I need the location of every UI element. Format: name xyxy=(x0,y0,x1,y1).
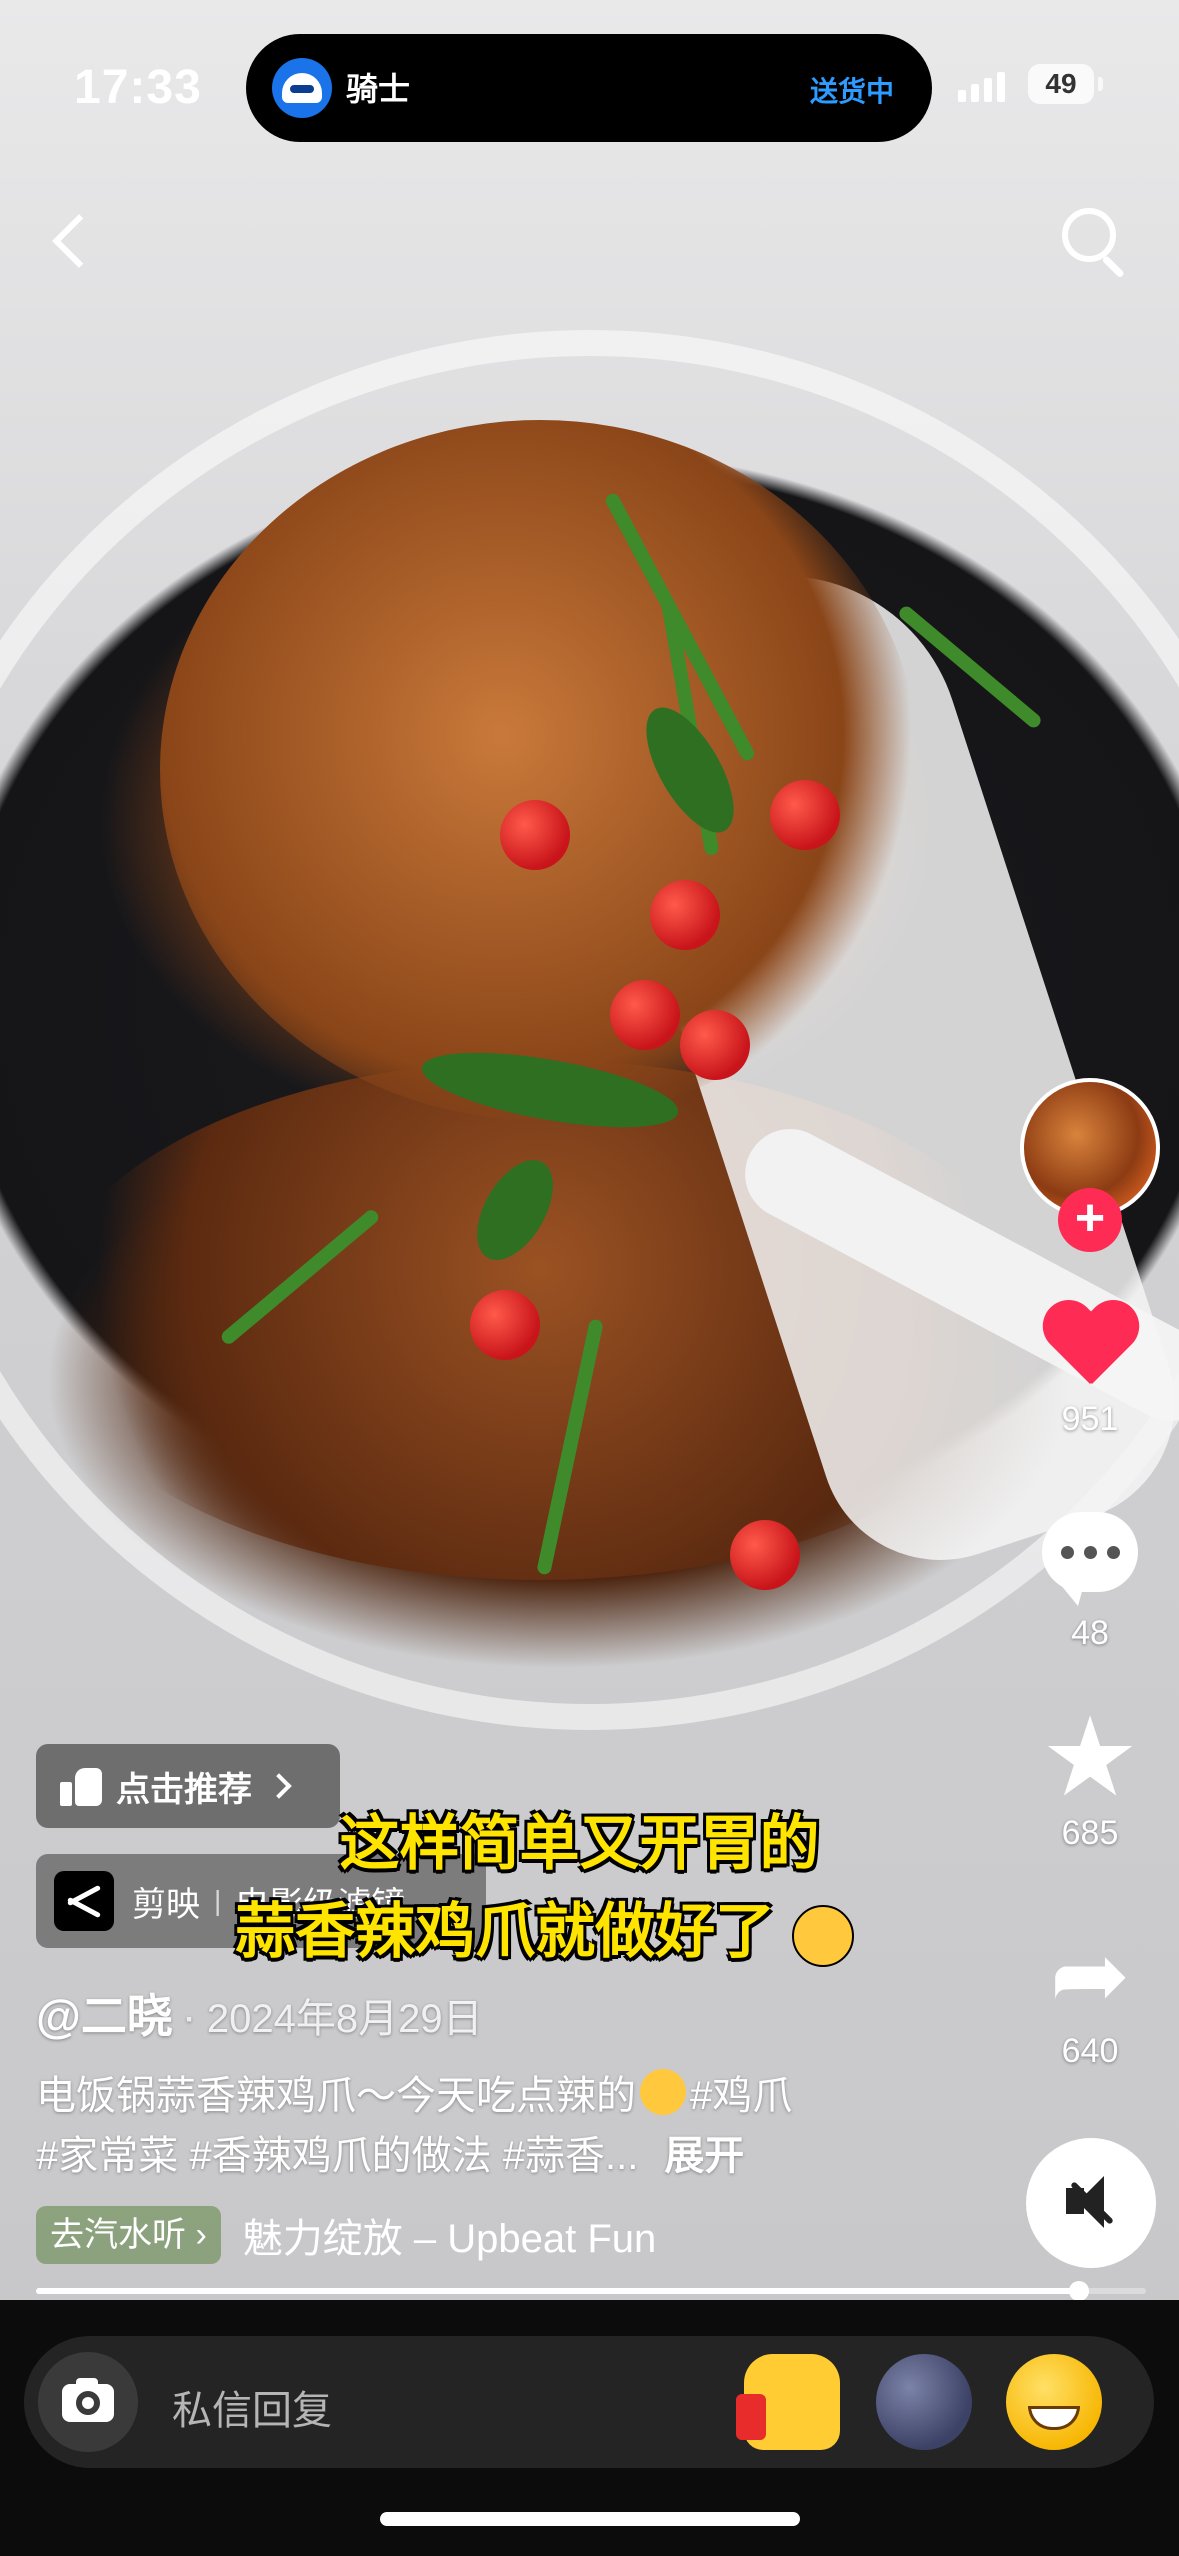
signal-icon xyxy=(958,72,1005,102)
moon-face-emoji[interactable] xyxy=(876,2354,972,2450)
like-button[interactable]: 951 xyxy=(1020,1302,1160,1439)
mute-icon[interactable] xyxy=(1026,2138,1156,2268)
post-date: 2024年8月29日 xyxy=(206,1997,483,2041)
battery-tip xyxy=(1098,77,1103,91)
status-time: 17:33 xyxy=(74,61,202,114)
smile-emoji xyxy=(640,2069,686,2115)
chili-piece xyxy=(650,880,720,950)
hashtag[interactable]: #鸡爪 xyxy=(690,2074,792,2118)
dynamic-island[interactable]: 骑士 送货中 xyxy=(246,34,932,142)
subtitle-line-1: 这样简单又开胃的 xyxy=(339,1810,820,1877)
progress-fill xyxy=(36,2288,1080,2294)
thumbs-up-emoji[interactable] xyxy=(736,2354,840,2450)
video-subtitle: 这样简单又开胃的 蒜香辣鸡爪就做好了 xyxy=(0,1800,1179,1976)
chili-piece xyxy=(680,1010,750,1080)
chili-piece xyxy=(470,1290,540,1360)
chevron-right-icon xyxy=(266,1773,292,1799)
author-name[interactable]: @二晓 xyxy=(36,1990,173,2042)
subtitle-line-2: 蒜香辣鸡爪就做好了 xyxy=(235,1898,776,1965)
video-progress[interactable] xyxy=(36,2281,1146,2301)
hashtags[interactable]: #家常菜 #香辣鸡爪的做法 #蒜香... xyxy=(36,2134,638,2178)
drooling-face-emoji xyxy=(791,1905,854,1968)
chili-piece xyxy=(730,1520,800,1590)
comment-icon xyxy=(1042,1512,1138,1606)
chili-piece xyxy=(770,780,840,850)
like-count: 951 xyxy=(1061,1400,1119,1438)
post-description[interactable]: 电饭锅蒜香辣鸡爪～今天吃点辣的 #鸡爪 #家常菜 #香辣鸡爪的做法 #蒜香... 展… xyxy=(36,2066,896,2186)
island-status: 送货中 xyxy=(809,76,894,107)
grin-emoji[interactable] xyxy=(1006,2354,1102,2450)
author-line: @二晓 · 2024年8月29日 xyxy=(36,1990,483,2042)
chicken-feet xyxy=(160,420,920,1120)
chili-piece xyxy=(500,800,570,870)
home-indicator xyxy=(380,2512,800,2526)
battery-indicator: 49 xyxy=(1028,64,1094,104)
video-screen: 17:33 骑士 送货中 49 + 951 48 ★ 685 ➦ 640 点击推… xyxy=(0,0,1179,2556)
chili-piece xyxy=(610,980,680,1050)
music-chip-label: 去汽水听 xyxy=(50,2216,186,2254)
island-title: 骑士 xyxy=(346,71,411,107)
reply-placeholder[interactable]: 私信回复 xyxy=(172,2378,332,2436)
back-icon[interactable] xyxy=(40,200,100,280)
search-icon[interactable] xyxy=(1058,204,1130,279)
comment-count: 48 xyxy=(1071,1614,1109,1652)
music-row[interactable]: 去汽水听 › 魅力绽放 – Upbeat Fun xyxy=(36,2206,743,2264)
follow-plus-icon[interactable]: + xyxy=(1058,1188,1122,1252)
rider-avatar-icon xyxy=(272,58,332,118)
comment-button[interactable]: 48 xyxy=(1020,1512,1160,1653)
desc-text: 电饭锅蒜香辣鸡爪～今天吃点辣的 xyxy=(36,2074,636,2118)
listen-in-qishui-chip[interactable]: 去汽水听 › xyxy=(36,2206,221,2264)
music-title: 魅力绽放 – Upbeat Fun xyxy=(242,2217,657,2261)
expand-link[interactable]: 展开 xyxy=(664,2134,744,2178)
camera-icon[interactable] xyxy=(38,2352,138,2452)
share-count: 640 xyxy=(1061,2032,1119,2070)
heart-icon xyxy=(1040,1302,1140,1392)
star-icon: ★ xyxy=(1040,1696,1140,1819)
